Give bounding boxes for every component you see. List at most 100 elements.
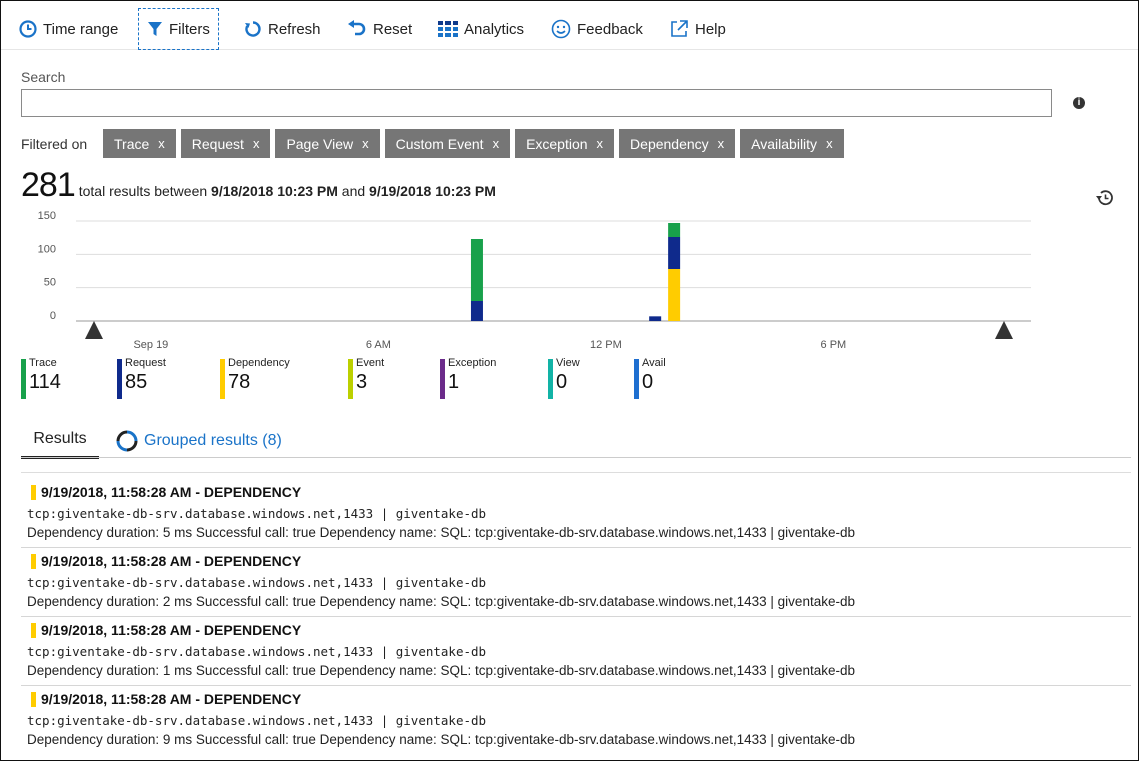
time-range-label: Time range [43, 20, 119, 38]
help-label: Help [695, 20, 726, 38]
y-tick-label: 0 [50, 310, 56, 322]
app-window: Time range Filters Refresh Reset Analyti… [0, 0, 1139, 761]
chip-label: Trace [114, 135, 150, 152]
remove-filter-icon[interactable]: x [253, 136, 260, 151]
legend-item-avail[interactable]: Avail 0 [634, 357, 702, 399]
time-range-button[interactable]: Time range [19, 11, 118, 47]
result-row[interactable]: 9/19/2018, 11:58:28 AM - DEPENDENCY tcp:… [21, 617, 1131, 686]
result-title: 9/19/2018, 11:58:28 AM - DEPENDENCY [41, 622, 302, 638]
legend-item-exception[interactable]: Exception 1 [440, 357, 548, 399]
filter-chip-dependency[interactable]: Dependency x [619, 129, 736, 158]
summary-start: 9/18/2018 10:23 PM [211, 183, 338, 199]
help-button[interactable]: Help [669, 11, 726, 47]
legend-item-dependency[interactable]: Dependency 78 [220, 357, 348, 399]
refresh-button[interactable]: Refresh [244, 11, 321, 47]
x-tick-label: 6 PM [821, 339, 847, 351]
legend-name: Trace [29, 357, 57, 369]
loading-spinner-icon [116, 430, 138, 451]
filter-icon [148, 22, 162, 36]
chip-label: Page View [286, 135, 354, 152]
bar-segment-request [668, 237, 681, 269]
tab-grouped-results[interactable]: Grouped results (8) [116, 425, 282, 456]
dependency-marker [31, 485, 36, 500]
legend-name: Event [356, 357, 385, 369]
result-target: tcp:giventake-db-srv.database.windows.ne… [27, 644, 487, 659]
results-divider [21, 472, 1131, 473]
feedback-label: Feedback [577, 20, 643, 38]
filter-chip-trace[interactable]: Trace x [103, 129, 176, 158]
result-row[interactable]: 9/19/2018, 11:58:28 AM - DEPENDENCY tcp:… [21, 548, 1131, 617]
search-label: Search [21, 69, 66, 85]
bar-segment-dependency [668, 269, 681, 321]
toolbar: Time range Filters Refresh Reset Analyti… [1, 7, 1138, 50]
summary-end: 9/19/2018 10:23 PM [369, 183, 496, 199]
analytics-button[interactable]: Analytics [438, 11, 524, 47]
results-summary: 281 total results between 9/18/2018 10:2… [21, 166, 496, 205]
reset-button[interactable]: Reset [347, 11, 412, 47]
remove-filter-icon[interactable]: x [597, 136, 604, 151]
result-detail: Dependency duration: 1 ms Successful cal… [27, 663, 855, 678]
external-link-icon [671, 20, 688, 37]
result-detail: Dependency duration: 2 ms Successful cal… [27, 594, 855, 609]
refresh-label: Refresh [268, 20, 321, 38]
result-target: tcp:giventake-db-srv.database.windows.ne… [27, 713, 487, 728]
legend-item-request[interactable]: Request 85 [117, 357, 220, 399]
feedback-button[interactable]: Feedback [551, 11, 643, 47]
filter-chip-custom-event[interactable]: Custom Event x [384, 129, 511, 158]
undo-icon [348, 20, 366, 36]
tab-results[interactable]: Results [21, 425, 99, 459]
y-tick-label: 50 [44, 277, 56, 289]
filter-chip-exception[interactable]: Exception x [515, 129, 615, 158]
result-row[interactable]: 9/19/2018, 11:58:28 AM - DEPENDENCY tcp:… [21, 479, 1131, 548]
summary-text: total results between 9/18/2018 10:23 PM… [79, 183, 496, 199]
legend-count: 78 [228, 371, 251, 393]
remove-filter-icon[interactable]: x [718, 136, 725, 151]
remove-filter-icon[interactable]: x [158, 136, 165, 151]
legend-item-view[interactable]: View 0 [548, 357, 634, 399]
refresh-icon [245, 21, 261, 37]
analytics-icon [438, 21, 458, 37]
legend-name: Avail [642, 357, 666, 369]
legend-swatch [21, 359, 26, 399]
legend-swatch [220, 359, 225, 399]
chip-label: Custom Event [395, 135, 484, 152]
result-title: 9/19/2018, 11:58:28 AM - DEPENDENCY [41, 691, 302, 707]
legend-count: 1 [448, 371, 460, 393]
legend-count: 0 [642, 371, 654, 393]
search-input[interactable] [21, 89, 1052, 117]
tab-grouped-label: Grouped results (8) [144, 431, 282, 449]
remove-filter-icon[interactable]: x [362, 136, 369, 151]
result-title: 9/19/2018, 11:58:28 AM - DEPENDENCY [41, 484, 302, 500]
dependency-marker [31, 692, 36, 707]
result-target: tcp:giventake-db-srv.database.windows.ne… [27, 506, 487, 521]
remove-filter-icon[interactable]: x [826, 136, 833, 151]
y-tick-label: 100 [38, 243, 56, 255]
events-histogram: 150 100 50 0 Sep 19 6 AM 12 PM 6 PM [38, 210, 1031, 351]
filter-chip-availability[interactable]: Availability x [740, 129, 844, 158]
filter-chip-page-view[interactable]: Page View x [275, 129, 380, 158]
legend-swatch [440, 359, 445, 399]
filtered-on-label: Filtered on [21, 136, 88, 152]
dependency-marker [31, 623, 36, 638]
history-icon[interactable] [1095, 188, 1115, 213]
chart-legend: Trace 114 Request 85 Dependency 78 Event 3 Excep… [21, 357, 702, 399]
info-icon[interactable]: i [1073, 97, 1085, 109]
remove-filter-icon[interactable]: x [493, 136, 500, 151]
dependency-marker [31, 554, 36, 569]
filters-button[interactable]: Filters [138, 8, 219, 50]
legend-name: Dependency [228, 357, 290, 369]
result-row[interactable]: 9/19/2018, 11:58:28 AM - DEPENDENCY tcp:… [21, 686, 1131, 755]
legend-item-event[interactable]: Event 3 [348, 357, 440, 399]
tabs-divider [21, 457, 1131, 458]
chip-label: Availability [751, 135, 818, 152]
legend-item-trace[interactable]: Trace 114 [21, 357, 117, 399]
legend-swatch [117, 359, 122, 399]
result-target: tcp:giventake-db-srv.database.windows.ne… [27, 575, 487, 590]
results-list: 9/19/2018, 11:58:28 AM - DEPENDENCY tcp:… [21, 479, 1131, 755]
result-detail: Dependency duration: 9 ms Successful cal… [27, 732, 855, 747]
result-detail: Dependency duration: 5 ms Successful cal… [27, 525, 855, 540]
range-start-handle [85, 321, 103, 339]
filter-chip-request[interactable]: Request x [180, 129, 271, 158]
analytics-label: Analytics [464, 20, 525, 38]
legend-name: Exception [448, 357, 497, 369]
